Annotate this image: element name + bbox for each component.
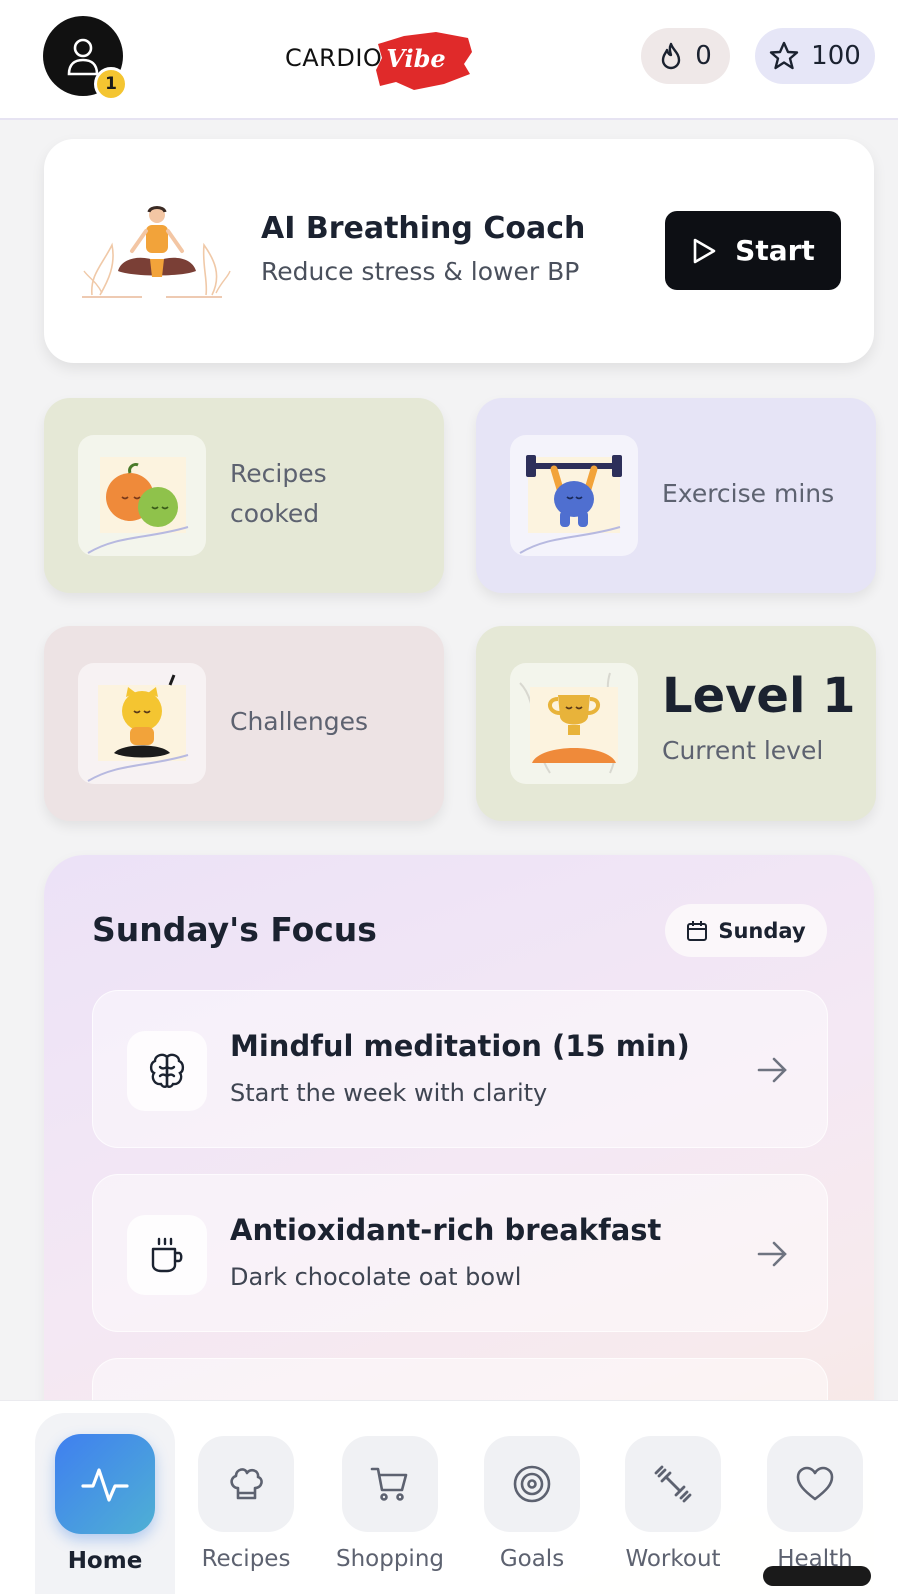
streak-count: 0 bbox=[695, 41, 712, 71]
nav-shopping-label: Shopping bbox=[335, 1546, 444, 1572]
exercise-image bbox=[510, 435, 638, 556]
focus-item[interactable]: Mindful meditation (15 min) Start the we… bbox=[92, 990, 828, 1148]
notification-badge: 1 bbox=[94, 67, 128, 101]
focus-item-title: Antioxidant-rich breakfast bbox=[230, 1213, 662, 1247]
weightlifter-illustration bbox=[519, 455, 622, 554]
home-indicator bbox=[763, 1566, 871, 1586]
start-label: Start bbox=[735, 234, 815, 267]
focus-item-subtitle: Start the week with clarity bbox=[230, 1079, 548, 1107]
nav-recipes[interactable]: Recipes bbox=[186, 1413, 306, 1593]
day-chip-label: Sunday bbox=[718, 918, 806, 943]
logo-vibe-mark: Vibe bbox=[376, 31, 473, 90]
dumbbell-icon bbox=[654, 1465, 692, 1503]
challenges-label: Challenges bbox=[230, 707, 369, 736]
target-icon bbox=[513, 1465, 551, 1503]
flame-icon bbox=[662, 42, 681, 70]
focus-item[interactable]: Antioxidant-rich breakfast Dark chocolat… bbox=[92, 1174, 828, 1332]
play-icon bbox=[693, 238, 716, 263]
meditating-person-illustration bbox=[82, 206, 231, 298]
exercise-mins-label: Exercise mins bbox=[662, 479, 835, 508]
trophy-illustration bbox=[519, 672, 618, 774]
nav-workout-button[interactable] bbox=[625, 1436, 721, 1532]
arrow-right-icon bbox=[757, 1241, 787, 1267]
coach-subtitle: Reduce stress & lower BP bbox=[261, 257, 580, 286]
points-count: 100 bbox=[811, 41, 861, 71]
fruit-illustration bbox=[87, 457, 189, 554]
nav-goals[interactable]: Goals bbox=[472, 1413, 592, 1593]
exercise-mins-tile[interactable]: Exercise mins bbox=[476, 398, 876, 593]
focus-item-subtitle: Dark chocolate oat bowl bbox=[230, 1263, 522, 1291]
level-image bbox=[510, 663, 638, 784]
challenges-image bbox=[78, 663, 206, 784]
shopping-cart-icon bbox=[370, 1467, 408, 1501]
challenges-tile[interactable]: Challenges bbox=[44, 626, 444, 821]
nav-recipes-button[interactable] bbox=[198, 1436, 294, 1532]
arrow-right-icon bbox=[757, 1057, 787, 1083]
focus-title: Sunday's Focus bbox=[92, 910, 377, 949]
logo-vibe-text: Vibe bbox=[386, 43, 446, 73]
app-header: 1 CARDIO Vibe 0 100 bbox=[0, 0, 898, 120]
nav-workout[interactable]: Workout bbox=[613, 1413, 733, 1593]
focus-item-icon-box bbox=[127, 1031, 207, 1111]
level-value: Level 1 bbox=[662, 668, 856, 724]
breathing-coach-card[interactable]: AI Breathing Coach Reduce stress & lower… bbox=[44, 139, 874, 363]
meditating-cat-illustration bbox=[87, 674, 189, 782]
nav-shopping-button[interactable] bbox=[342, 1436, 438, 1532]
nav-health-button[interactable] bbox=[767, 1436, 863, 1532]
logo-cardio-text: CARDIO bbox=[285, 44, 383, 72]
chef-hat-icon bbox=[230, 1468, 263, 1500]
level-label: Current level bbox=[662, 736, 824, 765]
coffee-cup-icon bbox=[151, 1237, 183, 1273]
recipes-cooked-label: Recipes cooked bbox=[230, 459, 327, 528]
focus-item-title: Mindful meditation (15 min) bbox=[230, 1029, 690, 1063]
bottom-navigation: Home Recipes Shopping Goals Workout Heal… bbox=[0, 1400, 898, 1594]
calendar-icon bbox=[687, 920, 708, 941]
nav-recipes-label: Recipes bbox=[201, 1546, 291, 1572]
brain-icon bbox=[149, 1053, 185, 1088]
nav-workout-label: Workout bbox=[625, 1546, 721, 1572]
recipes-cooked-tile[interactable]: Recipes cooked bbox=[44, 398, 444, 593]
app-logo: CARDIO Vibe bbox=[285, 30, 485, 90]
activity-pulse-icon bbox=[81, 1468, 129, 1502]
points-pill[interactable]: 100 bbox=[755, 28, 875, 84]
nav-home-button[interactable] bbox=[55, 1434, 155, 1534]
focus-item-icon-box bbox=[127, 1215, 207, 1295]
heart-icon bbox=[796, 1466, 834, 1501]
nav-shopping[interactable]: Shopping bbox=[330, 1413, 450, 1593]
star-icon bbox=[769, 41, 799, 70]
nav-home[interactable]: Home bbox=[45, 1413, 165, 1593]
recipes-image bbox=[78, 435, 206, 556]
nav-goals-button[interactable] bbox=[484, 1436, 580, 1532]
user-icon bbox=[67, 38, 99, 76]
day-chip[interactable]: Sunday bbox=[665, 904, 827, 957]
coach-title: AI Breathing Coach bbox=[261, 211, 586, 246]
nav-home-label: Home bbox=[67, 1548, 143, 1574]
streak-pill[interactable]: 0 bbox=[641, 28, 730, 84]
level-tile[interactable]: Level 1 Current level bbox=[476, 626, 876, 821]
nav-goals-label: Goals bbox=[499, 1546, 565, 1572]
start-button[interactable]: Start bbox=[665, 211, 841, 290]
